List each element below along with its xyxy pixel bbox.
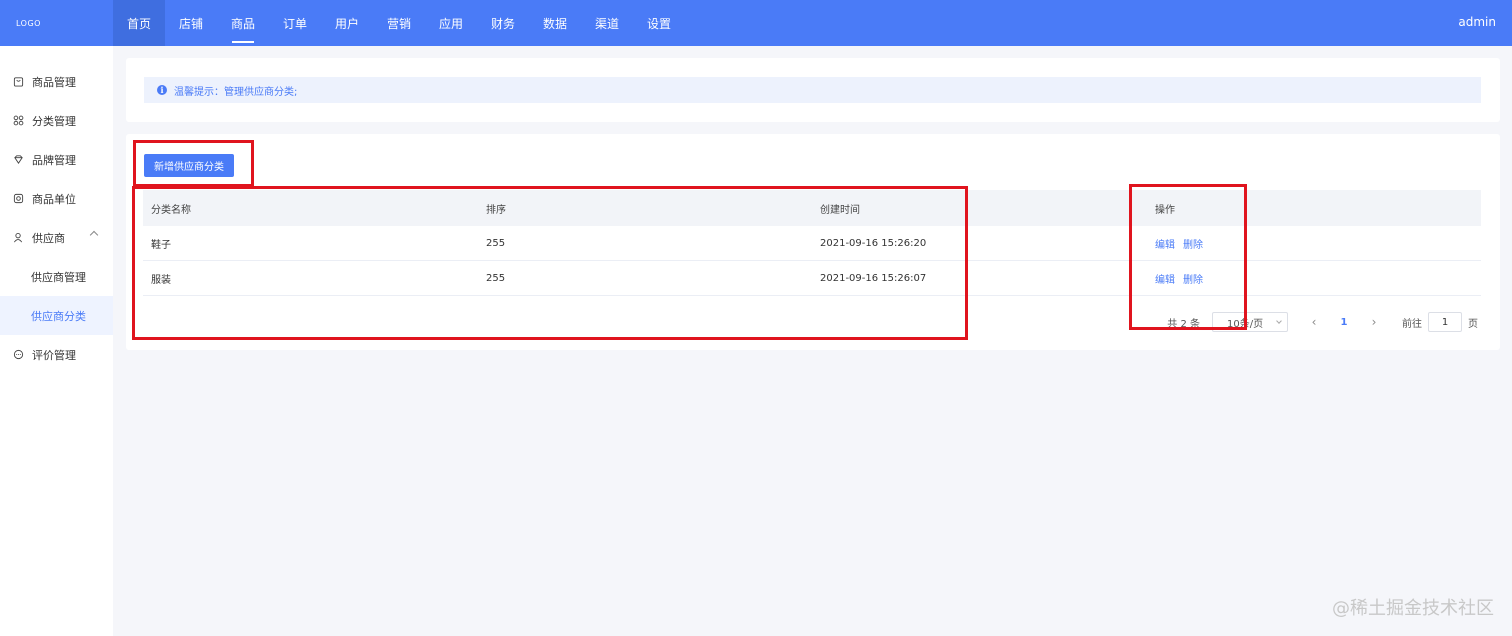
sidebar-item-brand[interactable]: 品牌管理 (0, 140, 113, 179)
add-supplier-category-button[interactable]: 新增供应商分类 (144, 154, 234, 177)
sidebar-item-category[interactable]: 分类管理 (0, 101, 113, 140)
sidebar: 商品管理 分类管理 品牌管理 商品单位 供应商 供应商管理 供应商分类 评价管理 (0, 46, 113, 636)
sidebar-item-reviews[interactable]: 评价管理 (0, 335, 113, 374)
table-row: 鞋子 255 2021-09-16 15:26:20 编辑 删除 (143, 226, 1481, 261)
chevron-down-icon (1276, 318, 1282, 324)
edit-link[interactable]: 编辑 (1155, 275, 1175, 286)
diamond-icon (12, 154, 24, 166)
cell-actions: 编辑 删除 (1155, 236, 1211, 251)
user-menu[interactable]: admin (1458, 15, 1496, 29)
cell-name: 服装 (151, 274, 171, 286)
page-number[interactable]: 1 (1334, 317, 1354, 328)
page-suffix: 页 (1468, 318, 1478, 330)
main-panel: 新增供应商分类 分类名称 排序 创建时间 操作 鞋子 255 2021-09-1… (126, 134, 1500, 350)
table-header: 分类名称 排序 创建时间 操作 (143, 190, 1481, 226)
delete-link[interactable]: 删除 (1183, 240, 1203, 251)
nav-orders[interactable]: 订单 (269, 0, 321, 46)
cell-actions: 编辑 删除 (1155, 271, 1211, 286)
main-nav: 首页 店铺 商品 订单 用户 营销 应用 财务 数据 渠道 设置 (113, 0, 685, 46)
sidebar-item-label: 评价管理 (32, 348, 76, 362)
nav-channels[interactable]: 渠道 (581, 0, 633, 46)
sidebar-item-unit[interactable]: 商品单位 (0, 179, 113, 218)
goto-page-input[interactable] (1428, 312, 1462, 332)
user-icon (12, 232, 24, 244)
column-header-actions: 操作 (1155, 204, 1175, 216)
next-page-icon[interactable]: › (1364, 315, 1384, 329)
sidebar-item-label: 品牌管理 (32, 153, 76, 167)
nav-data[interactable]: 数据 (529, 0, 581, 46)
nav-finance[interactable]: 财务 (477, 0, 529, 46)
nav-settings[interactable]: 设置 (633, 0, 685, 46)
top-navbar: LOGO 首页 店铺 商品 订单 用户 营销 应用 财务 数据 渠道 设置 ad… (0, 0, 1512, 46)
delete-link[interactable]: 删除 (1183, 275, 1203, 286)
table-row: 服装 255 2021-09-16 15:26:07 编辑 删除 (143, 261, 1481, 296)
cell-time: 2021-09-16 15:26:07 (820, 272, 927, 284)
column-header-sort: 排序 (486, 204, 506, 216)
sidebar-subitem-supplier-manage[interactable]: 供应商管理 (0, 257, 113, 296)
sidebar-item-label: 分类管理 (32, 114, 76, 128)
cell-sort: 255 (486, 237, 506, 249)
info-icon: i (157, 85, 167, 95)
page-size-value: 10条/页 (1227, 318, 1264, 330)
cell-name: 鞋子 (151, 239, 171, 251)
pagination: 共 2 条 10条/页 ‹ 1 › 前往 页 (1167, 312, 1478, 332)
page-size-select[interactable]: 10条/页 (1212, 312, 1288, 332)
sidebar-subitem-supplier-category[interactable]: 供应商分类 (0, 296, 113, 335)
comment-icon (12, 349, 24, 361)
grid-icon (12, 115, 24, 127)
cell-time: 2021-09-16 15:26:20 (820, 237, 927, 249)
watermark: @稀土掘金技术社区 (1332, 598, 1494, 619)
edit-link[interactable]: 编辑 (1155, 240, 1175, 251)
nav-apps[interactable]: 应用 (425, 0, 477, 46)
sidebar-item-supplier[interactable]: 供应商 (0, 218, 113, 257)
unit-icon (12, 193, 24, 205)
cell-sort: 255 (486, 272, 506, 284)
nav-users[interactable]: 用户 (321, 0, 373, 46)
nav-home[interactable]: 首页 (113, 0, 165, 46)
sidebar-item-label: 商品单位 (32, 192, 76, 206)
sidebar-item-goods[interactable]: 商品管理 (0, 62, 113, 101)
tip-panel: i 温馨提示：管理供应商分类; (126, 58, 1500, 122)
nav-store[interactable]: 店铺 (165, 0, 217, 46)
sidebar-item-label: 商品管理 (32, 75, 76, 89)
prev-page-icon[interactable]: ‹ (1304, 315, 1324, 329)
logo: LOGO (16, 18, 41, 28)
column-header-name: 分类名称 (151, 204, 191, 216)
tip-alert: i 温馨提示：管理供应商分类; (144, 77, 1481, 103)
tip-text: 温馨提示：管理供应商分类; (174, 86, 298, 98)
pagination-total: 共 2 条 (1167, 318, 1200, 330)
goto-label: 前往 (1402, 318, 1422, 330)
nav-marketing[interactable]: 营销 (373, 0, 425, 46)
bag-icon (12, 76, 24, 88)
nav-goods[interactable]: 商品 (217, 0, 269, 46)
sidebar-item-label: 供应商 (32, 231, 65, 245)
column-header-time: 创建时间 (820, 204, 860, 216)
category-table: 分类名称 排序 创建时间 操作 鞋子 255 2021-09-16 15:26:… (143, 190, 1481, 296)
chevron-up-icon (89, 230, 99, 240)
